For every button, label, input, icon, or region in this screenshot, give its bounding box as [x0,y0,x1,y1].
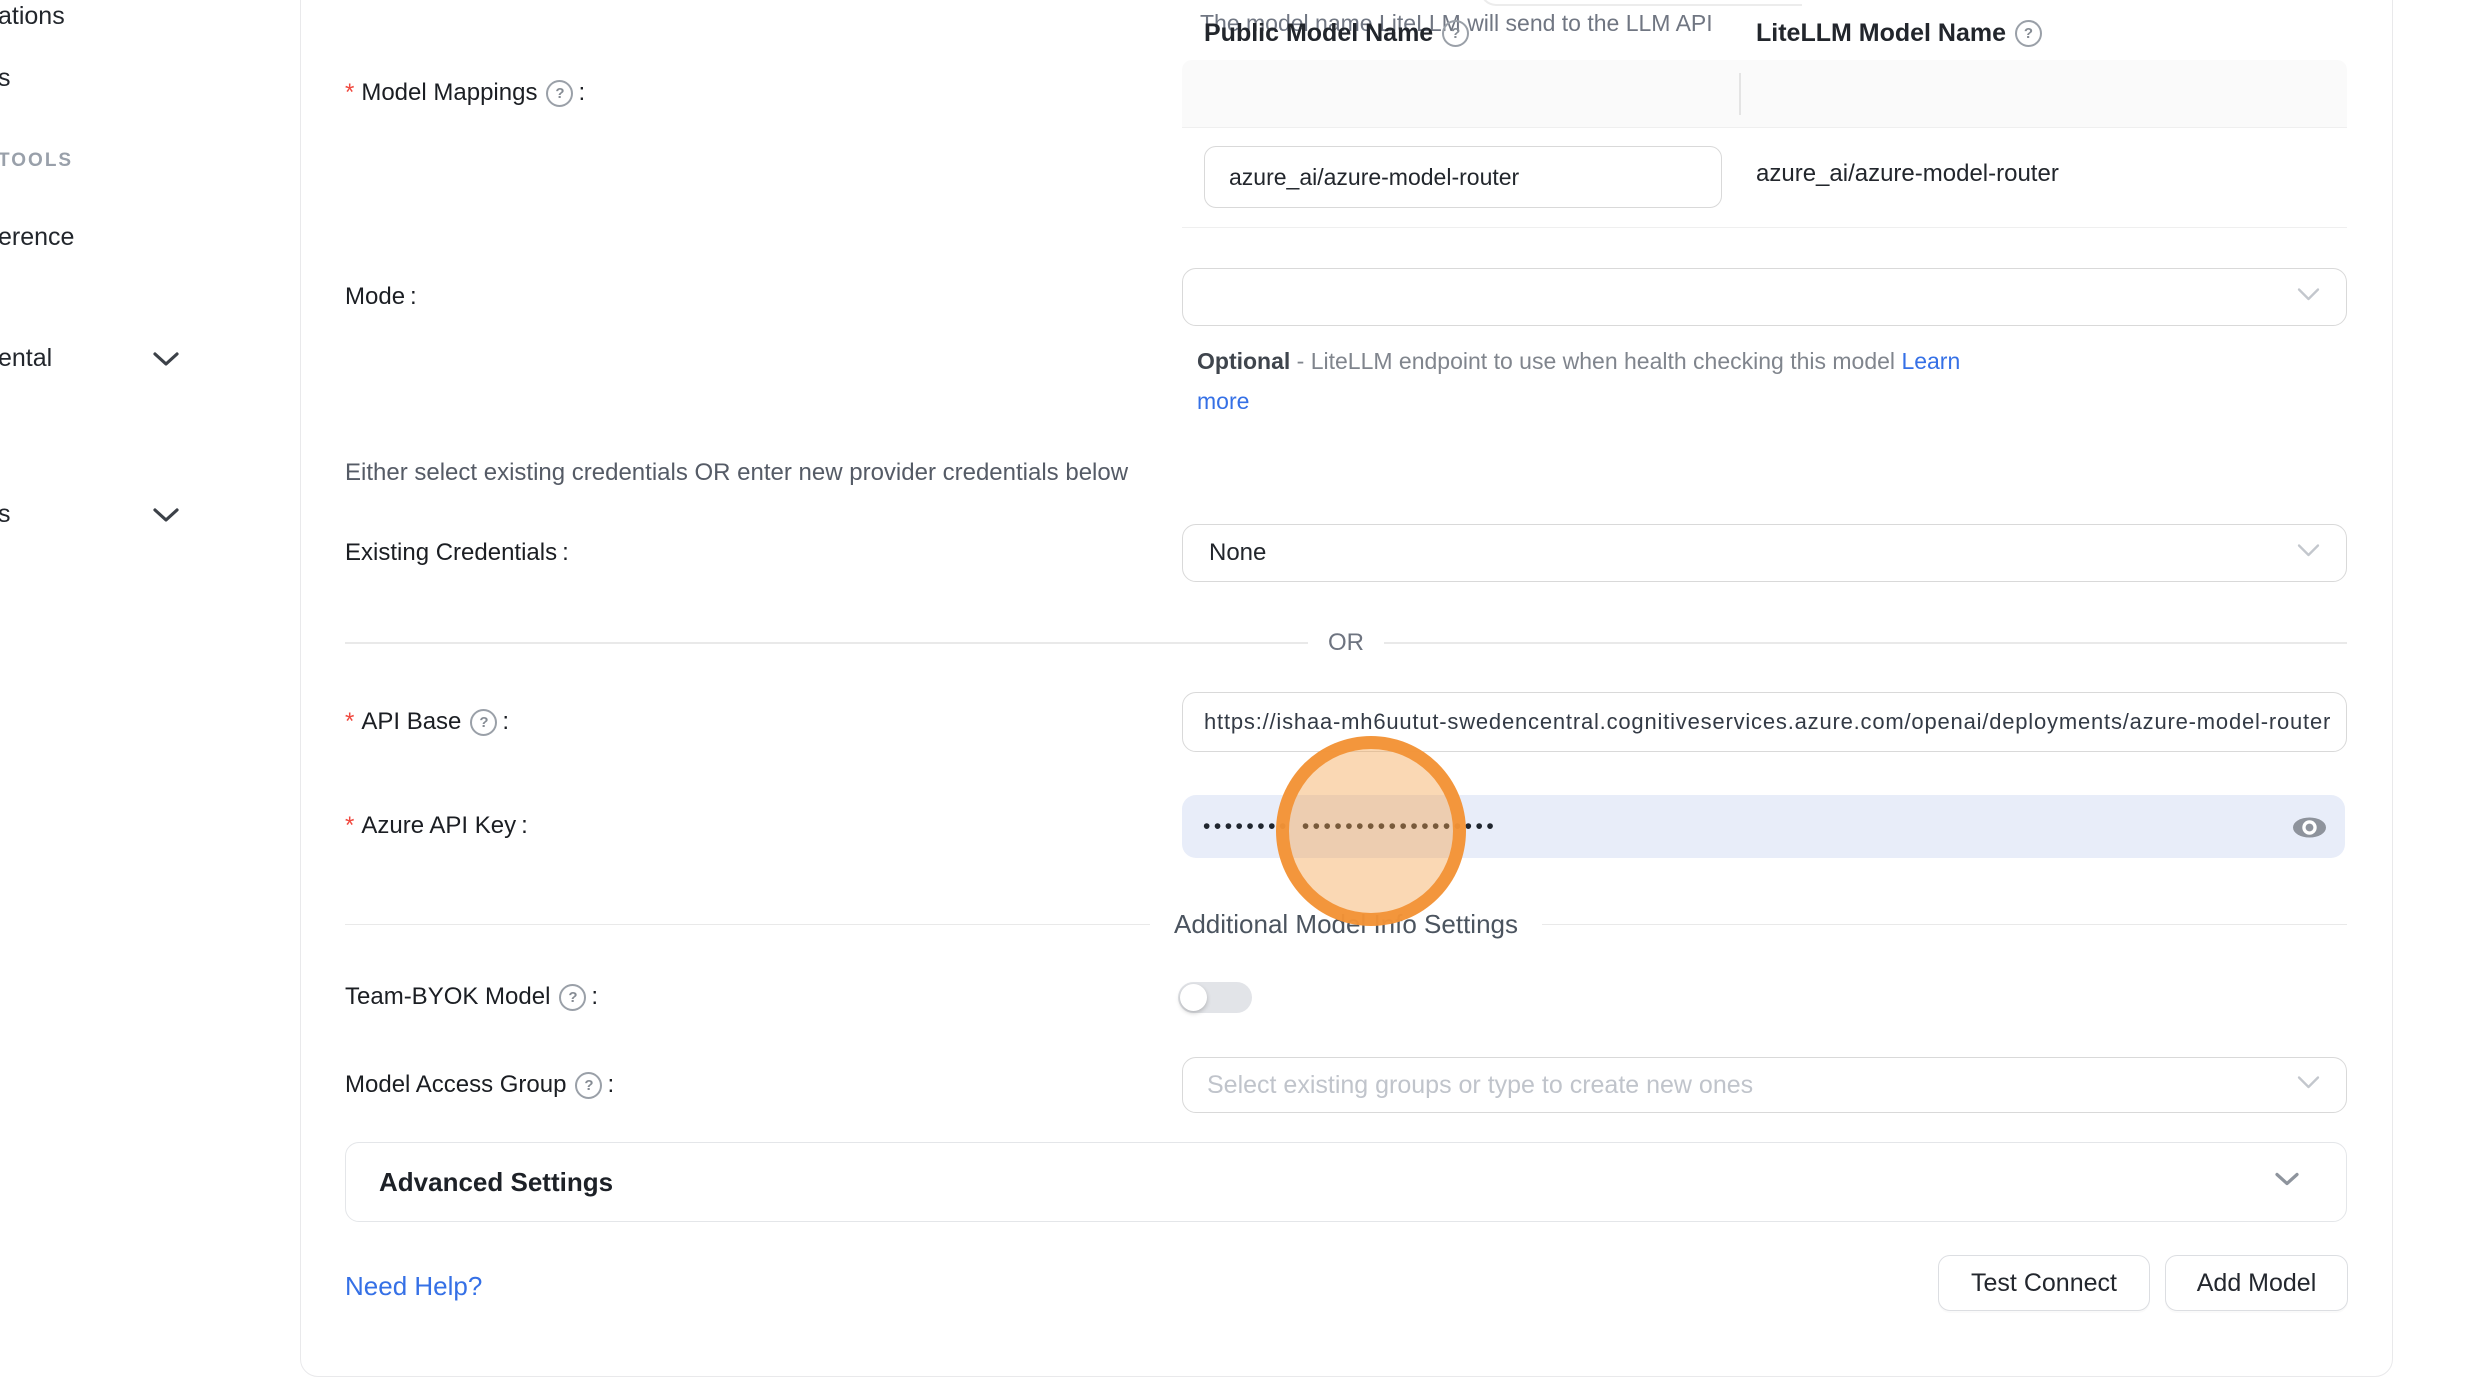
credentials-note: Either select existing credentials OR en… [345,459,1128,487]
sidebar-item-s2[interactable]: s [0,499,11,529]
sidebar-item-label: s [0,500,11,529]
sidebar-item-s1[interactable]: s [0,63,11,93]
help-icon[interactable]: ? [559,984,586,1011]
help-icon[interactable]: ? [470,709,497,736]
chevron-down-icon [2297,288,2320,307]
mode-label: Mode: [345,280,417,314]
azure-api-key-input[interactable]: •••••••• •••••••••••••••••• [1182,795,2345,858]
public-model-name-input[interactable]: azure_ai/azure-model-router [1204,146,1722,208]
help-icon[interactable]: ? [575,1072,602,1099]
sidebar-item-label: ental [0,344,52,373]
table-header-public: Public Model Name ? [1204,0,1469,67]
azure-api-key-label: * Azure API Key : [345,809,528,843]
additional-settings-divider: Additional Model Info Settings [345,909,2347,940]
page: { "sidebar": { "section_label": "TOOLS",… [0,0,2477,1385]
required-asterisk: * [345,79,354,107]
column-divider [1739,73,1741,115]
advanced-settings-label: Advanced Settings [379,1167,613,1198]
toggle-knob [1180,984,1207,1011]
mode-select[interactable] [1182,268,2347,326]
api-base-label: * API Base ? : [345,705,509,739]
api-base-input[interactable]: https://ishaa-mh6uutut-swedencentral.cog… [1182,692,2347,752]
need-help-link[interactable]: Need Help? [345,1271,482,1302]
existing-credentials-label: Existing Credentials: [345,536,569,570]
model-access-group-label: Model Access Group ? : [345,1068,614,1102]
table-header-litellm: LiteLLM Model Name ? [1756,0,2042,67]
cutoff-element-sliver [1480,0,1802,6]
team-byok-label: Team-BYOK Model ? : [345,980,598,1014]
eye-icon[interactable] [2292,814,2327,846]
sidebar-item-label: erence [0,223,74,252]
existing-credentials-select[interactable]: None [1182,524,2347,582]
sidebar: ations s TOOLS erence ental s [0,0,300,1385]
model-access-group-select[interactable]: Select existing groups or type to create… [1182,1057,2347,1113]
select-placeholder: Select existing groups or type to create… [1207,1071,1753,1100]
advanced-settings-panel[interactable]: Advanced Settings [345,1142,2347,1222]
test-connect-button[interactable]: Test Connect [1938,1255,2150,1311]
add-model-button[interactable]: Add Model [2165,1255,2348,1311]
model-mappings-label: * Model Mappings ? : [345,76,585,110]
chevron-down-icon[interactable] [152,507,182,529]
help-icon[interactable]: ? [1442,20,1469,47]
chevron-down-icon[interactable] [152,351,182,373]
chevron-down-icon [2274,1172,2300,1193]
chevron-down-icon [2297,544,2320,563]
password-dots: •••••••••••••••••• [1302,815,1497,839]
table-header-row [1182,60,2347,128]
sidebar-section-tools: TOOLS [0,149,73,173]
required-asterisk: * [345,708,354,736]
mode-hint: Optional - LiteLLM endpoint to use when … [1197,342,2002,421]
sidebar-item-label: s [0,64,11,93]
sidebar-item-ental[interactable]: ental [0,343,52,373]
help-icon[interactable]: ? [2015,20,2042,47]
sidebar-item-label: ations [0,2,65,31]
litellm-model-name-value: azure_ai/azure-model-router [1756,160,2059,188]
team-byok-toggle[interactable] [1178,982,1252,1013]
table-bottom-border [1182,227,2347,228]
required-asterisk: * [345,812,354,840]
chevron-down-icon [2297,1076,2320,1095]
sidebar-item-erence[interactable]: erence [0,222,74,252]
or-divider: OR [345,629,2347,657]
sidebar-item-ations[interactable]: ations [0,1,65,31]
help-icon[interactable]: ? [546,80,573,107]
password-dots: •••••••• [1203,815,1290,839]
